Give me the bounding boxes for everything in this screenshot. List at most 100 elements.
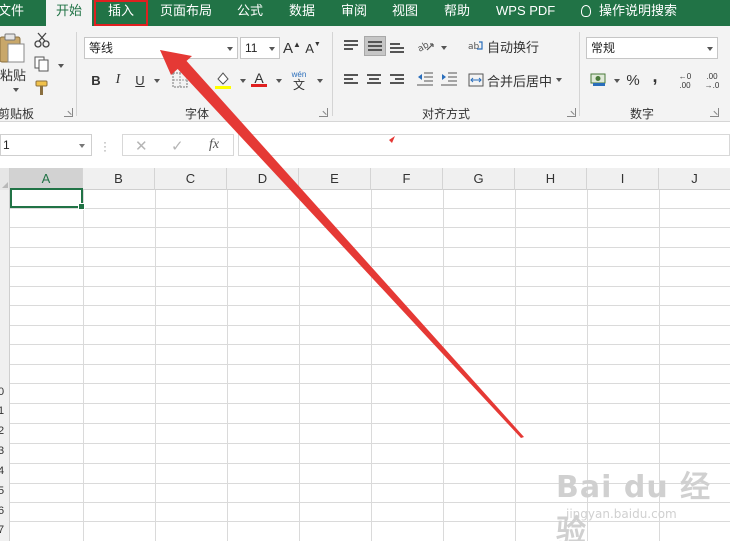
phonetic-bottom: 文: [292, 78, 305, 92]
percent-style-button[interactable]: %: [624, 70, 642, 90]
row-header[interactable]: 2: [0, 425, 10, 437]
align-center-icon[interactable]: [367, 74, 381, 85]
gridline: [227, 190, 228, 541]
number-format-value: 常规: [591, 41, 616, 55]
comma-label: ,: [652, 65, 658, 86]
underline-label: U: [135, 72, 145, 88]
align-bottom-icon[interactable]: [390, 42, 404, 53]
phonetic-dropdown-icon[interactable]: [317, 79, 323, 83]
decrease-decimal-button[interactable]: .00 →.0: [700, 70, 724, 92]
tab-page-layout[interactable]: 页面布局: [160, 0, 212, 26]
fill-color-icon[interactable]: [214, 70, 232, 90]
align-top-icon[interactable]: [344, 40, 358, 51]
tab-data[interactable]: 数据: [289, 0, 315, 26]
tab-file[interactable]: 文件: [0, 0, 24, 26]
wrap-text-button[interactable]: ab 自动换行: [468, 36, 542, 56]
row-header[interactable]: 7: [0, 524, 10, 536]
row-header[interactable]: 0: [0, 386, 10, 398]
underline-button[interactable]: U: [132, 70, 148, 90]
font-color-dropdown-icon[interactable]: [276, 79, 282, 83]
orientation-dropdown-icon[interactable]: [441, 46, 447, 50]
cut-icon[interactable]: [34, 32, 50, 48]
number-group-label: 数字: [630, 107, 655, 121]
comma-style-button[interactable]: ,: [648, 66, 662, 86]
paste-button[interactable]: 粘贴: [0, 66, 28, 83]
grow-font-button[interactable]: A ▲: [283, 38, 301, 58]
font-name-value: 等线: [89, 41, 114, 55]
gridline: [10, 247, 730, 248]
phonetic-button[interactable]: wén 文: [290, 68, 308, 92]
ribbon-home: 粘贴 剪贴板 等线 11 A ▲ A ▼ B I U A wén 文 字体 ab…: [0, 26, 730, 122]
column-header-i[interactable]: I: [587, 168, 659, 190]
gridline: [10, 266, 730, 267]
borders-dropdown-icon[interactable]: [197, 79, 203, 83]
orientation-icon[interactable]: ab: [416, 38, 436, 54]
tab-insert[interactable]: 插入: [94, 0, 148, 26]
align-right-icon[interactable]: [390, 74, 404, 85]
font-name-combo[interactable]: 等线: [84, 37, 238, 59]
increase-indent-icon[interactable]: [440, 71, 458, 87]
bold-button[interactable]: B: [88, 70, 104, 90]
column-header-e[interactable]: E: [299, 168, 371, 190]
number-format-combo[interactable]: 常规: [586, 37, 718, 59]
column-header-d[interactable]: D: [227, 168, 299, 190]
row-header[interactable]: 5: [0, 485, 10, 497]
number-launcher-icon[interactable]: [710, 108, 719, 117]
accounting-format-icon[interactable]: [590, 71, 608, 87]
font-color-button[interactable]: A: [250, 68, 268, 88]
shrink-font-button[interactable]: A ▼: [304, 38, 322, 58]
gridline: [515, 190, 516, 541]
copy-icon[interactable]: [34, 56, 50, 72]
accounting-dropdown-icon[interactable]: [614, 79, 620, 83]
tab-review[interactable]: 审阅: [341, 0, 367, 26]
row-header[interactable]: 6: [0, 505, 10, 517]
italic-button[interactable]: I: [110, 70, 126, 90]
gridline: [10, 383, 730, 384]
column-header-c[interactable]: C: [155, 168, 227, 190]
row-header[interactable]: 1: [0, 405, 10, 417]
font-launcher-icon[interactable]: [319, 108, 328, 117]
align-middle-button[interactable]: [364, 36, 386, 56]
row-header[interactable]: 4: [0, 465, 10, 477]
formula-bar-grip[interactable]: · · ·: [103, 136, 107, 156]
name-box[interactable]: 1: [0, 134, 92, 156]
paste-dropdown-icon[interactable]: [13, 88, 19, 92]
tab-help[interactable]: 帮助: [444, 0, 470, 26]
enter-icon[interactable]: ✓: [171, 137, 184, 155]
clipboard-launcher-icon[interactable]: [64, 108, 73, 117]
fill-color-dropdown-icon[interactable]: [240, 79, 246, 83]
copy-dropdown-icon[interactable]: [58, 64, 64, 68]
column-header-g[interactable]: G: [443, 168, 515, 190]
paste-label: 粘贴: [0, 67, 26, 83]
column-header-a[interactable]: A: [10, 168, 83, 190]
select-all-button[interactable]: [0, 168, 10, 190]
gridline: [155, 190, 156, 541]
row-header[interactable]: 3: [0, 445, 10, 457]
align-left-icon[interactable]: [344, 74, 358, 85]
insert-function-icon[interactable]: fx: [209, 137, 219, 153]
underline-dropdown-icon[interactable]: [154, 79, 160, 83]
cancel-icon[interactable]: ✕: [135, 137, 148, 155]
gridline: [443, 190, 444, 541]
column-header-j[interactable]: J: [659, 168, 730, 190]
column-header-b[interactable]: B: [83, 168, 155, 190]
font-size-combo[interactable]: 11: [240, 37, 280, 59]
formula-input[interactable]: [238, 134, 730, 156]
baidu-watermark-logo: Bai du 经验: [556, 470, 712, 541]
paste-icon[interactable]: [0, 32, 26, 64]
borders-icon[interactable]: [172, 72, 188, 88]
decrease-indent-icon[interactable]: [416, 71, 434, 87]
increase-decimal-button[interactable]: ←0 .00: [674, 70, 696, 92]
tab-home[interactable]: 开始: [46, 0, 92, 26]
alignment-launcher-icon[interactable]: [567, 108, 576, 117]
tell-me-search[interactable]: 操作说明搜索: [581, 0, 677, 26]
tab-wps-pdf[interactable]: WPS PDF: [496, 0, 555, 26]
column-header-h[interactable]: H: [515, 168, 587, 190]
column-header-f[interactable]: F: [371, 168, 443, 190]
format-painter-icon[interactable]: [34, 80, 50, 96]
tab-view[interactable]: 视图: [392, 0, 418, 26]
tab-formulas[interactable]: 公式: [237, 0, 263, 26]
active-cell-a1[interactable]: [10, 188, 85, 210]
group-divider: [579, 32, 580, 116]
merge-center-button[interactable]: 合并后居中: [468, 70, 568, 90]
